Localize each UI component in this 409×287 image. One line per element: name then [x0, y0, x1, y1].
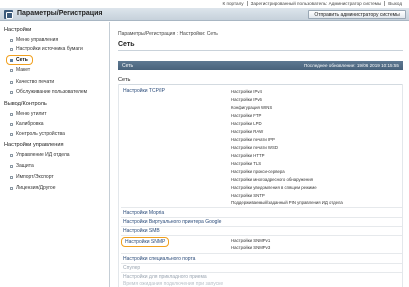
- sidebar-item-label: Защита: [16, 163, 34, 169]
- logout-link[interactable]: Выход: [385, 1, 405, 6]
- section-header-label: Сеть: [122, 63, 134, 69]
- bullet-icon: [10, 186, 13, 190]
- bullet-icon: [10, 122, 13, 126]
- tcpip-subitem: Настройки RAW: [231, 129, 264, 134]
- bullet-icon: [10, 112, 13, 116]
- logged-in-user: Зарегистрированный пользователь: Админис…: [248, 1, 386, 6]
- bullet-icon: [10, 58, 13, 62]
- main-content: Параметры/Регистрация : Настройки: Сеть …: [112, 22, 409, 287]
- tcpip-subitem: Настройки уведомления в спящем режиме: [231, 185, 317, 190]
- sidebar-item-label: Макет: [16, 67, 31, 73]
- tcpip-subitem: Настройки печати IPP: [231, 137, 275, 142]
- row-divider: [121, 272, 402, 273]
- tcpip-subitem: Настройки FTP: [231, 113, 262, 118]
- tcpip-subitem: Настройки IPv4: [231, 89, 262, 94]
- sidebar-item-import-export[interactable]: Импорт/Экспорт: [10, 174, 54, 180]
- sidebar-item-label: Меню управления: [16, 37, 59, 43]
- sidebar-heading-output-control: Вывод/Контроль: [4, 101, 47, 107]
- snmp-subitem: Настройки SNMPv1: [231, 238, 271, 243]
- smb-settings-link[interactable]: Настройки SMB: [123, 228, 160, 234]
- sidebar-item-label: Меню утилит: [16, 111, 47, 117]
- sidebar-item-layout[interactable]: Макет: [10, 67, 30, 73]
- row-divider: [121, 253, 402, 254]
- sidebar-item-security[interactable]: Защита: [10, 163, 34, 169]
- sidebar: Настройки Меню управления Настройки исто…: [0, 22, 110, 287]
- bullet-icon: [10, 47, 13, 51]
- sidebar-item-label: Импорт/Экспорт: [16, 174, 54, 180]
- tcpip-subitem: Настройки HTTP: [231, 153, 265, 158]
- tcpip-subitem: Настройки многоадресного обнаружения: [231, 177, 314, 182]
- bullet-icon: [10, 153, 13, 157]
- tcpip-subitem: Настройки прокси-сервера: [231, 169, 285, 174]
- sidebar-item-label: Качество печати: [16, 79, 55, 85]
- bullet-icon: [10, 164, 13, 168]
- bullet-icon: [10, 38, 13, 42]
- google-cloud-print-link[interactable]: Настройки Виртуального принтера Google: [123, 219, 221, 225]
- mopria-settings-link[interactable]: Настройки Mopria: [123, 210, 164, 216]
- tcpip-subitem: Настройки LPD: [231, 121, 262, 126]
- row-divider: [121, 235, 402, 236]
- network-group-label: Сеть: [118, 77, 131, 83]
- sidebar-item-control-menu[interactable]: Меню управления: [10, 37, 58, 43]
- sidebar-item-label: Обслуживание пользователем: [16, 89, 88, 95]
- top-links: К порталу Зарегистрированный пользовател…: [220, 1, 405, 6]
- sidebar-item-calibration[interactable]: Калибровка: [10, 121, 44, 127]
- sidebar-item-paper-source[interactable]: Настройки источника бумаги: [10, 46, 83, 52]
- bullet-icon: [10, 90, 13, 94]
- sidebar-item-print-quality[interactable]: Качество печати: [10, 79, 54, 85]
- sidebar-item-label: Управление ИД отдела: [16, 152, 70, 158]
- tcpip-settings-link[interactable]: Настройки TCP/IP: [123, 88, 165, 94]
- app-header: Параметры/Регистрация Отправить админист…: [0, 8, 409, 21]
- settings-panel: Настройки TCP/IP Настройки IPv4 Настройк…: [118, 84, 403, 287]
- tcpip-subitem: Поддерживаемый/заданный PIN управления И…: [231, 200, 343, 205]
- title-divider: [118, 50, 403, 51]
- app-title: Параметры/Регистрация: [17, 10, 103, 17]
- startup-wait-time-link[interactable]: Время ожидания подключения при запуске: [123, 281, 223, 287]
- row-divider: [121, 207, 402, 208]
- sidebar-item-label: Настройки источника бумаги: [16, 46, 83, 52]
- sidebar-item-label: Сеть: [16, 57, 28, 63]
- snmp-settings-link[interactable]: Настройки SNMP: [121, 237, 170, 247]
- bullet-icon: [10, 68, 13, 72]
- snmp-subitem: Настройки SNMPv3: [231, 245, 271, 250]
- sidebar-item-network[interactable]: Сеть: [6, 55, 33, 65]
- sidebar-heading-management: Настройки управления: [4, 142, 64, 148]
- sidebar-item-label: Контроль устройства: [16, 131, 65, 137]
- spooler-link[interactable]: Спулер: [123, 265, 140, 271]
- sidebar-item-label: Лицензия/Другое: [16, 185, 56, 191]
- sidebar-heading-settings: Настройки: [4, 27, 32, 33]
- tcpip-subitem: Настройки TLS: [231, 161, 262, 166]
- sidebar-item-device-control[interactable]: Контроль устройства: [10, 131, 65, 137]
- bullet-icon: [10, 175, 13, 179]
- section-header-bar: Сеть Последнее обновление: 19/06 2019 10…: [118, 61, 403, 70]
- mail-to-admin-button[interactable]: Отправить администратору системы: [308, 10, 406, 19]
- top-links-bar: К порталу Зарегистрированный пользовател…: [0, 0, 409, 8]
- breadcrumb: Параметры/Регистрация : Настройки: Сеть: [118, 31, 218, 37]
- application-receive-link[interactable]: Настройки для прикладного приема: [123, 274, 207, 280]
- sidebar-item-license-other[interactable]: Лицензия/Другое: [10, 185, 56, 191]
- tcpip-subitem: Настройки печати WSD: [231, 145, 278, 150]
- bullet-icon: [10, 80, 13, 84]
- settings-logo-icon: [4, 10, 13, 19]
- row-divider: [121, 226, 402, 227]
- tcpip-subitem: Настройки IPv6: [231, 97, 262, 102]
- page-title: Сеть: [118, 41, 135, 48]
- portal-link[interactable]: К порталу: [220, 1, 248, 6]
- bullet-icon: [10, 132, 13, 136]
- sidebar-item-user-maintenance[interactable]: Обслуживание пользователем: [10, 89, 87, 95]
- sidebar-item-dept-id[interactable]: Управление ИД отдела: [10, 152, 70, 158]
- tcpip-subitem: Настройки SNTP: [231, 193, 265, 198]
- last-updated: Последнее обновление: 19/06 2019 10:15:5…: [303, 63, 399, 68]
- sidebar-item-utility-menu[interactable]: Меню утилит: [10, 111, 47, 117]
- tcpip-subitem: Конфигурация WINS: [231, 105, 273, 110]
- sidebar-item-label: Калибровка: [16, 121, 44, 127]
- dedicated-port-link[interactable]: Настройки специального порта: [123, 256, 195, 262]
- row-divider: [121, 217, 402, 218]
- row-divider: [121, 263, 402, 264]
